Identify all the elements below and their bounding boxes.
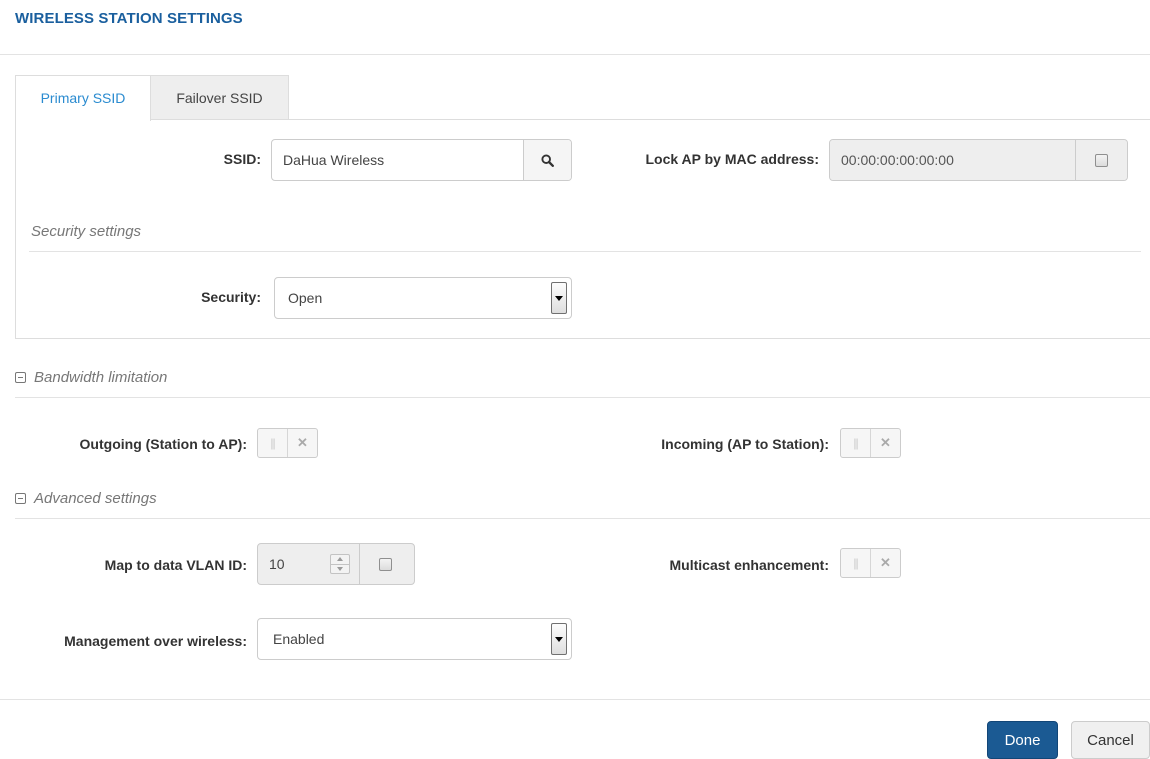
lock-ap-label: Lock AP by MAC address: xyxy=(645,151,820,167)
advanced-section-header[interactable]: Advanced settings xyxy=(15,490,157,507)
done-button[interactable]: Done xyxy=(987,721,1058,759)
lock-ap-mac-input[interactable]: 00:00:00:00:00:00 xyxy=(830,140,1075,180)
title-divider xyxy=(0,54,1150,55)
tab-failover-ssid[interactable]: Failover SSID xyxy=(151,75,289,120)
lock-ap-checkbox[interactable] xyxy=(1095,153,1108,167)
security-divider xyxy=(29,251,1141,252)
ssid-input-group: DaHua Wireless xyxy=(271,139,572,181)
mgmt-select[interactable]: Enabled xyxy=(257,618,572,660)
incoming-label: Incoming (AP to Station): xyxy=(661,436,829,452)
ssid-search-button[interactable] xyxy=(523,140,571,180)
vlan-label: Map to data VLAN ID: xyxy=(104,557,247,573)
mgmt-select-value: Enabled xyxy=(273,631,325,647)
close-icon: ✕ xyxy=(880,555,891,570)
advanced-divider xyxy=(15,518,1150,519)
toggle-handle-icon: || xyxy=(841,429,871,457)
vlan-input-group: 10 xyxy=(257,543,415,585)
page-title: WIRELESS STATION SETTINGS xyxy=(15,10,243,27)
multicast-label: Multicast enhancement: xyxy=(669,557,829,573)
collapse-icon[interactable] xyxy=(15,492,26,504)
dropdown-arrow-icon[interactable] xyxy=(551,623,567,655)
security-settings-title: Security settings xyxy=(31,223,142,240)
lock-ap-input-group: 00:00:00:00:00:00 xyxy=(829,139,1128,181)
advanced-title: Advanced settings xyxy=(34,490,157,507)
mgmt-label: Management over wireless: xyxy=(64,633,247,649)
spinner-down-icon[interactable] xyxy=(331,563,349,574)
ssid-label: SSID: xyxy=(223,151,261,167)
multicast-toggle[interactable]: || ✕ xyxy=(840,548,901,578)
toggle-handle-icon: || xyxy=(841,549,871,577)
cancel-button[interactable]: Cancel xyxy=(1071,721,1150,759)
toggle-handle-icon: || xyxy=(258,429,288,457)
close-icon: ✕ xyxy=(880,435,891,450)
incoming-toggle[interactable]: || ✕ xyxy=(840,428,901,458)
bandwidth-divider xyxy=(15,397,1150,398)
security-select-value: Open xyxy=(288,290,323,306)
outgoing-toggle[interactable]: || ✕ xyxy=(257,428,318,458)
security-label: Security: xyxy=(201,289,261,305)
close-icon: ✕ xyxy=(297,435,308,450)
footer-divider xyxy=(0,699,1150,700)
vlan-input[interactable]: 10 xyxy=(258,544,330,584)
outgoing-label: Outgoing (Station to AP): xyxy=(79,436,247,452)
lock-ap-checkbox-addon xyxy=(1075,140,1127,180)
ssid-input[interactable]: DaHua Wireless xyxy=(272,140,523,180)
security-select[interactable]: Open xyxy=(274,277,572,319)
search-icon xyxy=(541,153,554,167)
bandwidth-section-header[interactable]: Bandwidth limitation xyxy=(15,369,167,386)
bandwidth-title: Bandwidth limitation xyxy=(34,369,168,386)
dropdown-arrow-icon[interactable] xyxy=(551,282,567,314)
vlan-checkbox-addon xyxy=(359,544,411,584)
spinner-up-icon[interactable] xyxy=(331,555,349,564)
collapse-icon[interactable] xyxy=(15,371,26,383)
tab-primary-ssid[interactable]: Primary SSID xyxy=(15,75,151,121)
vlan-spinner[interactable] xyxy=(330,554,350,574)
vlan-checkbox[interactable] xyxy=(379,557,392,571)
